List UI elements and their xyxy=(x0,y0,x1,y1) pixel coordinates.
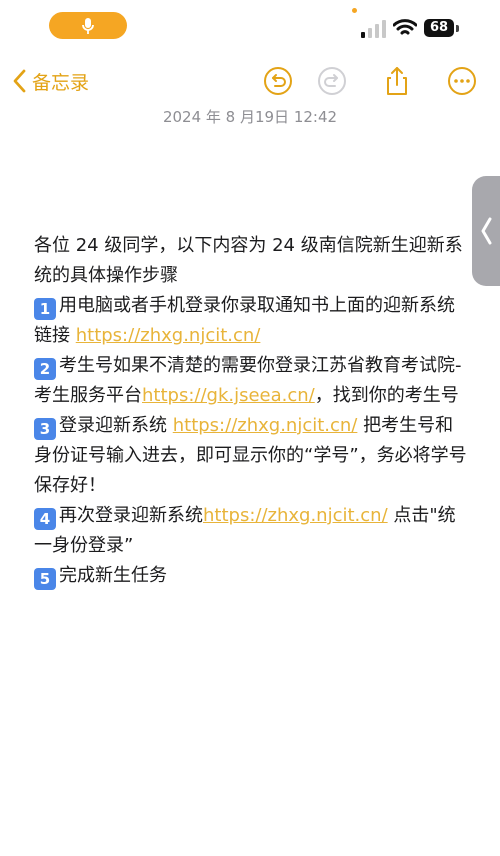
chevron-left-icon xyxy=(481,217,492,245)
back-label: 备忘录 xyxy=(32,71,90,94)
undo-icon[interactable] xyxy=(262,65,294,97)
chevron-left-icon xyxy=(13,69,26,93)
mic-icon xyxy=(82,17,94,34)
note-step-5: 5 完成新生任务 xyxy=(34,561,470,591)
status-bar: 68 xyxy=(0,0,500,52)
note-step-4: 4 再次登录迎新系统https://zhxg.njcit.cn/ 点击"统一身份登… xyxy=(34,501,470,561)
redo-icon[interactable] xyxy=(316,65,348,97)
note-body[interactable]: 各位 24 级同学，以下内容为 24 级南信院新生迎新系统的具体操作步骤 1 用电… xyxy=(34,231,470,591)
battery-tip xyxy=(456,25,459,32)
cellular-signal-icon xyxy=(361,20,386,38)
side-panel-handle[interactable] xyxy=(472,176,500,286)
step-number-badge: 4 xyxy=(34,508,56,530)
step-text: 完成新生任务 xyxy=(59,565,167,586)
privacy-indicator-dot xyxy=(352,8,357,13)
note-step-3: 3 登录迎新系统 https://zhxg.njcit.cn/ 把考生号和身份证号… xyxy=(34,411,470,501)
back-button[interactable]: 备忘录 xyxy=(12,64,89,98)
step-link[interactable]: https://zhxg.njcit.cn/ xyxy=(173,415,358,436)
note-timestamp: 2024 年 8 月19日 12:42 xyxy=(162,108,338,126)
note-step-1: 1 用电脑或者手机登录你录取通知书上面的迎新系统链接 https://zhxg.n… xyxy=(34,291,470,351)
step-link[interactable]: https://zhxg.njcit.cn/ xyxy=(76,325,261,346)
step-number-badge: 1 xyxy=(34,298,56,320)
step-number-badge: 3 xyxy=(34,418,56,440)
step-text-after: ，找到你的考生号 xyxy=(314,385,459,406)
note-intro: 各位 24 级同学，以下内容为 24 级南信院新生迎新系统的具体操作步骤 xyxy=(34,235,463,286)
note-step-2: 2 考生号如果不清楚的需要你登录江苏省教育考试院-考生服务平台https://gk… xyxy=(34,351,470,411)
share-icon[interactable] xyxy=(381,65,413,97)
step-number-badge: 2 xyxy=(34,358,56,380)
step-link[interactable]: https://gk.jseea.cn/ xyxy=(142,385,315,406)
mic-indicator[interactable] xyxy=(49,12,127,39)
step-text: 再次登录迎新系统 xyxy=(59,505,203,526)
battery-level: 68 xyxy=(424,19,454,37)
nav-bar: 备忘录 xyxy=(0,56,500,106)
wifi-icon xyxy=(393,19,417,35)
step-number-badge: 5 xyxy=(34,568,56,590)
step-text: 登录迎新系统 xyxy=(59,415,173,436)
more-icon[interactable] xyxy=(446,65,478,97)
step-link[interactable]: https://zhxg.njcit.cn/ xyxy=(203,505,388,526)
